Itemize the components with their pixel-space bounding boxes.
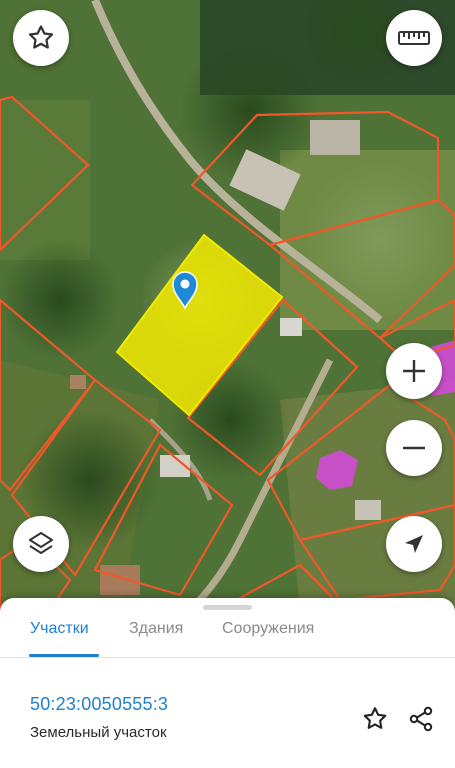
- tab-buildings[interactable]: Здания: [129, 620, 183, 638]
- tab-parcels[interactable]: Участки: [30, 620, 89, 638]
- navigation-arrow-icon: [405, 535, 423, 553]
- building: [100, 565, 140, 595]
- share-icon: [409, 706, 433, 732]
- tree-cluster: [0, 240, 120, 360]
- grass-patch: [300, 160, 455, 320]
- cadastral-number-link[interactable]: 50:23:0050555:3: [30, 694, 168, 715]
- ruler-icon: [398, 31, 430, 45]
- building: [280, 318, 302, 336]
- my-location-button[interactable]: [386, 516, 442, 572]
- object-type-tabs: Участки Здания Сооружения: [0, 616, 455, 658]
- share-button[interactable]: [404, 702, 438, 736]
- favorite-map-button[interactable]: [13, 10, 69, 66]
- minus-icon: [403, 446, 425, 450]
- zoom-out-button[interactable]: [386, 420, 442, 476]
- layers-button[interactable]: [13, 516, 69, 572]
- parcel-type-label: Земельный участок: [30, 724, 167, 741]
- tab-structures[interactable]: Сооружения: [222, 620, 314, 638]
- sheet-drag-handle[interactable]: [203, 605, 252, 610]
- tabs-divider: [0, 657, 455, 658]
- plus-icon: [403, 360, 425, 382]
- zoom-in-button[interactable]: [386, 343, 442, 399]
- building: [70, 375, 86, 389]
- building: [355, 500, 381, 520]
- favorite-parcel-button[interactable]: [358, 702, 392, 736]
- parcel-info-sheet: Участки Здания Сооружения 50:23:0050555:…: [0, 598, 455, 768]
- satellite-map[interactable]: [0, 0, 455, 610]
- star-outline-icon: [28, 25, 54, 49]
- ruler-button[interactable]: [386, 10, 442, 66]
- star-outline-icon: [363, 707, 387, 729]
- building: [310, 120, 360, 155]
- layers-icon: [29, 532, 53, 554]
